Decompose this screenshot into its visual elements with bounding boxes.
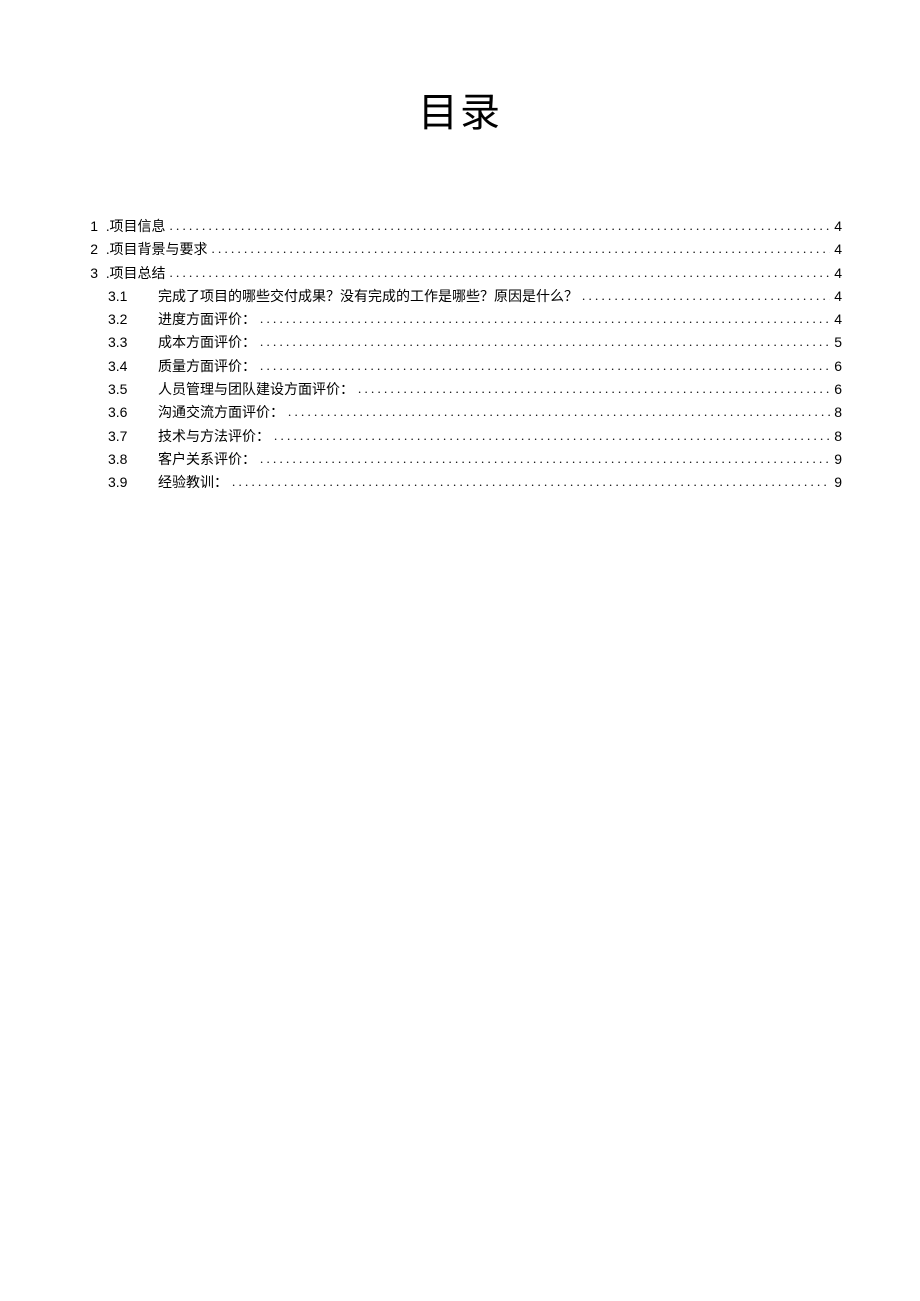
- toc-entry-page: 5: [834, 332, 842, 352]
- toc-entry-page: 4: [834, 263, 842, 283]
- toc-entry-number: 3.6: [108, 402, 140, 422]
- toc-entry[interactable]: 3.9 经验教训： 9: [78, 472, 842, 494]
- document-page: 目录 1 .项目信息 4 2 .项目背景与要求 4 3 .项目总结 4 3.1 完成了项目的哪些交付…: [0, 0, 920, 495]
- toc-entry-page: 9: [834, 449, 842, 469]
- toc-entry-number: 3.3: [108, 332, 140, 352]
- toc-entry-label: 客户关系评价：: [158, 451, 256, 471]
- toc-leader-dots: [288, 403, 830, 417]
- toc-entry[interactable]: 3.7 技术与方法评价： 8: [78, 426, 842, 448]
- toc-leader-dots: [232, 473, 830, 487]
- toc-leader-dots: [274, 427, 830, 441]
- toc-entry-label: .项目背景与要求: [106, 241, 208, 261]
- toc-entry-page: 4: [834, 216, 842, 236]
- toc-entry-number: 2: [78, 239, 98, 259]
- toc-entry-label: 沟通交流方面评价：: [158, 404, 284, 424]
- toc-entry[interactable]: 1 .项目信息 4: [78, 216, 842, 238]
- toc-entry[interactable]: 3.2 进度方面评价： 4: [78, 309, 842, 331]
- toc-entry[interactable]: 3.5 人员管理与团队建设方面评价： 6: [78, 379, 842, 401]
- toc-entry[interactable]: 3.4 质量方面评价： 6: [78, 356, 842, 378]
- toc-entry-number: 3.2: [108, 309, 140, 329]
- toc-leader-dots: [582, 287, 830, 301]
- toc-entry-number: 3.4: [108, 356, 140, 376]
- toc-entry-page: 8: [834, 402, 842, 422]
- toc-entry-page: 8: [834, 426, 842, 446]
- toc-entry-page: 6: [834, 356, 842, 376]
- toc-leader-dots: [260, 333, 830, 347]
- toc-leader-dots: [170, 264, 831, 278]
- toc-entry[interactable]: 2 .项目背景与要求 4: [78, 239, 842, 261]
- toc-entry[interactable]: 3.6 沟通交流方面评价： 8: [78, 402, 842, 424]
- toc-entry-page: 6: [834, 379, 842, 399]
- toc-entry[interactable]: 3.3 成本方面评价： 5: [78, 332, 842, 354]
- toc-entry-label: 技术与方法评价：: [158, 428, 270, 448]
- toc-entry-number: 3.1: [108, 286, 140, 306]
- toc-leader-dots: [212, 240, 831, 254]
- toc-entry-number: 3.7: [108, 426, 140, 446]
- toc-entry-label: .项目信息: [106, 218, 166, 238]
- toc-entry-number: 3.5: [108, 379, 140, 399]
- toc-entry-label: 质量方面评价：: [158, 358, 256, 378]
- toc-leader-dots: [260, 357, 830, 371]
- toc-entry-number: 3.9: [108, 472, 140, 492]
- toc-entry-page: 4: [834, 239, 842, 259]
- toc-entry-number: 3.8: [108, 449, 140, 469]
- toc-entry-page: 9: [834, 472, 842, 492]
- toc-entry-number: 3: [78, 263, 98, 283]
- toc-entry-label: 完成了项目的哪些交付成果？没有完成的工作是哪些？原因是什么？: [158, 288, 578, 308]
- toc-entry[interactable]: 3.1 完成了项目的哪些交付成果？没有完成的工作是哪些？原因是什么？ 4: [78, 286, 842, 308]
- toc-entry-label: 成本方面评价：: [158, 334, 256, 354]
- toc-leader-dots: [260, 310, 830, 324]
- toc-entry[interactable]: 3 .项目总结 4: [78, 263, 842, 285]
- toc-entry-page: 4: [834, 309, 842, 329]
- toc-leader-dots: [170, 217, 831, 231]
- toc-entry-number: 1: [78, 216, 98, 236]
- toc-leader-dots: [260, 450, 830, 464]
- toc-entry[interactable]: 3.8 客户关系评价： 9: [78, 449, 842, 471]
- toc-entry-label: 进度方面评价：: [158, 311, 256, 331]
- toc-entry-label: 人员管理与团队建设方面评价：: [158, 381, 354, 401]
- toc-entry-label: .项目总结: [106, 265, 166, 285]
- table-of-contents: 1 .项目信息 4 2 .项目背景与要求 4 3 .项目总结 4 3.1 完成了项目的哪些交付成果？…: [78, 216, 842, 495]
- toc-entry-page: 4: [834, 286, 842, 306]
- toc-title: 目录: [78, 80, 842, 138]
- toc-entry-label: 经验教训：: [158, 474, 228, 494]
- toc-leader-dots: [358, 380, 830, 394]
